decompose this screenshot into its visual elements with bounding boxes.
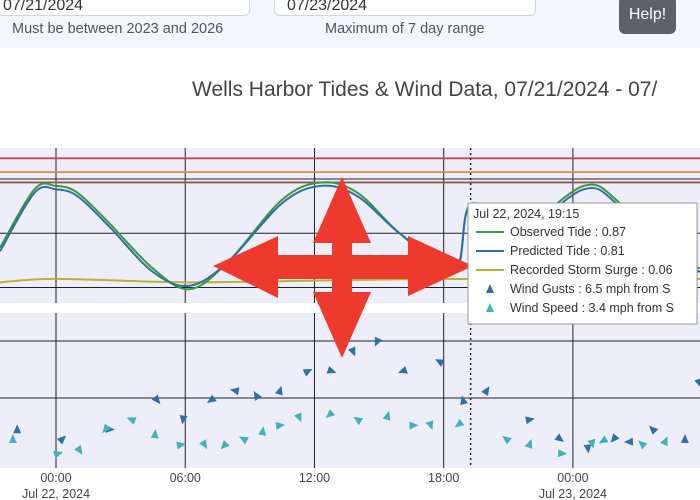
x-tick-date-label: Jul 22, 2024 bbox=[22, 487, 90, 500]
x-tick-date-label: Jul 23, 2024 bbox=[539, 487, 607, 500]
x-tick-label: 00:00 bbox=[557, 471, 588, 485]
x-tick-label: 12:00 bbox=[299, 471, 330, 485]
x-tick-label: 06:00 bbox=[170, 471, 201, 485]
tooltip-row-label: Wind Gusts : 6.5 mph from S bbox=[510, 282, 670, 296]
hover-tooltip: Jul 22, 2024, 19:15 Observed Tide : 0.87… bbox=[467, 202, 698, 325]
tooltip-header: Jul 22, 2024, 19:15 bbox=[473, 207, 579, 221]
x-tick-label: 18:00 bbox=[428, 471, 459, 485]
x-axis-ticks: 00:00 Jul 22, 2024 06:00 12:00 18:00 00:00 Jul… bbox=[22, 471, 607, 500]
tooltip-row-label: Predicted Tide : 0.81 bbox=[510, 244, 625, 258]
tides-wind-chart[interactable]: 00:00 Jul 22, 2024 06:00 12:00 18:00 00:00 Jul… bbox=[0, 0, 700, 500]
tooltip-row-label: Recorded Storm Surge : 0.06 bbox=[510, 263, 673, 277]
tooltip-row-label: Wind Speed : 3.4 mph from S bbox=[510, 301, 674, 315]
tooltip-row-label: Observed Tide : 0.87 bbox=[510, 225, 626, 239]
x-tick-label: 00:00 bbox=[40, 471, 71, 485]
